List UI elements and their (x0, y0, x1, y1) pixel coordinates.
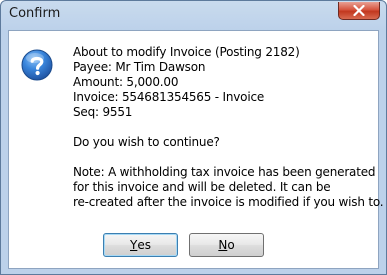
confirm-dialog: Confirm About to modify Invoice (Posting… (0, 0, 387, 275)
yes-button-label: es (137, 238, 151, 252)
no-button[interactable]: No (189, 233, 264, 257)
message-note-line: Note: A withholding tax invoice has been… (73, 165, 376, 179)
no-button-label: o (227, 238, 235, 252)
message-line-payee: Payee: Mr Tim Dawson (73, 60, 206, 74)
message-text: About to modify Invoice (Posting 2182) P… (73, 45, 384, 210)
question-icon (21, 49, 53, 81)
message-line-amount: Amount: 5,000.00 (73, 75, 179, 89)
dialog-content: About to modify Invoice (Posting 2182) P… (8, 30, 384, 269)
message-prompt: Do you wish to continue? (73, 135, 220, 149)
title-bar[interactable]: Confirm (1, 1, 386, 29)
no-button-accelerator: N (218, 238, 228, 252)
window-title: Confirm (9, 6, 61, 21)
close-icon (353, 5, 365, 16)
message-note-line: for this invoice and will be deleted. It… (73, 180, 331, 194)
message-note-line: re-created after the invoice is modified… (73, 195, 384, 209)
message-line-title: About to modify Invoice (Posting 2182) (73, 45, 300, 59)
message-line-invoice: Invoice: 554681354565 - Invoice (73, 90, 265, 104)
close-button[interactable] (338, 2, 380, 20)
yes-button[interactable]: Yes (103, 233, 178, 257)
message-line-seq: Seq: 9551 (73, 105, 133, 119)
yes-button-accelerator: Y (130, 238, 138, 252)
